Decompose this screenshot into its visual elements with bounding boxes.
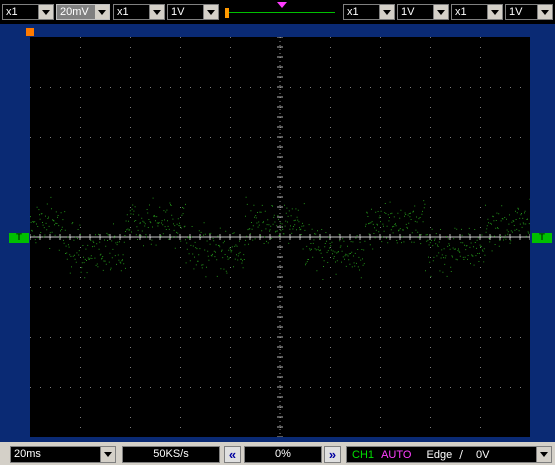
chevron-down-icon	[536, 447, 551, 462]
double-chevron-right-icon: »	[328, 447, 337, 462]
scroll-left-button[interactable]: «	[224, 446, 241, 463]
rising-edge-icon: ∕	[459, 448, 463, 461]
ch2-probe-value: x1	[117, 6, 129, 18]
chevron-down-icon	[100, 447, 115, 462]
ch1-level-marker[interactable]: T	[9, 233, 29, 243]
chevron-down-icon	[94, 5, 109, 19]
chevron-down-icon	[203, 5, 218, 19]
ch4-probe-select[interactable]: x1	[451, 4, 503, 20]
timebase-select[interactable]: 20ms	[10, 446, 116, 463]
sample-rate-value: 50KS/s	[153, 448, 189, 460]
position-display: 0%	[244, 446, 322, 463]
ch4-volts-select[interactable]: 1V	[505, 4, 553, 20]
trigger-level-marker[interactable]: T	[532, 233, 552, 243]
ch4-volts-value: 1V	[509, 6, 523, 18]
ch2-volts-select[interactable]: 1V	[167, 4, 219, 20]
scroll-right-button[interactable]: »	[324, 446, 341, 463]
timeline-track	[227, 12, 335, 13]
ch1-volts-select[interactable]: 20mV	[56, 4, 110, 20]
trigger-source: CH1	[352, 449, 375, 461]
ch1-probe-select[interactable]: x1	[2, 4, 54, 20]
ch2-volts-value: 1V	[171, 6, 185, 18]
status-bar: 20ms 50KS/s « 0% » CH1 AUTO Edge ∕ 0V	[0, 442, 555, 465]
oscilloscope-screen[interactable]	[30, 37, 530, 437]
chevron-down-icon	[149, 5, 164, 19]
ch1-volts-value: 20mV	[60, 6, 89, 18]
chevron-down-icon	[38, 5, 53, 19]
ch3-probe-select[interactable]: x1	[343, 4, 395, 20]
double-chevron-left-icon: «	[228, 447, 237, 462]
ch3-volts-select[interactable]: 1V	[397, 4, 449, 20]
timebase-value: 20ms	[14, 448, 41, 460]
ch1-level-marker-label: T	[16, 233, 22, 243]
waveform-display	[30, 37, 530, 437]
ch4-probe-value: x1	[455, 6, 467, 18]
cursor-origin-icon	[26, 28, 34, 36]
ch3-volts-value: 1V	[401, 6, 415, 18]
ch1-probe-value: x1	[6, 6, 18, 18]
trigger-point-icon	[277, 2, 287, 8]
position-marker-icon[interactable]	[225, 8, 229, 18]
chevron-down-icon	[433, 5, 448, 19]
horizontal-position-bar[interactable]	[223, 2, 339, 21]
sample-rate-display: 50KS/s	[122, 446, 220, 463]
trigger-level-marker-label: T	[539, 233, 545, 243]
ch2-probe-select[interactable]: x1	[113, 4, 165, 20]
chevron-down-icon	[537, 5, 552, 19]
position-value: 0%	[275, 448, 291, 460]
graticule	[30, 37, 530, 437]
trigger-level: 0V	[476, 449, 490, 461]
ch3-probe-value: x1	[347, 6, 359, 18]
trigger-status[interactable]: CH1 AUTO Edge ∕ 0V	[346, 446, 552, 463]
trigger-mode: AUTO	[381, 449, 412, 461]
chevron-down-icon	[379, 5, 394, 19]
channel-toolbar: x1 20mV x1 1V x1 1V x1 1V	[0, 0, 555, 24]
chevron-down-icon	[487, 5, 502, 19]
trigger-type: Edge	[426, 449, 453, 461]
